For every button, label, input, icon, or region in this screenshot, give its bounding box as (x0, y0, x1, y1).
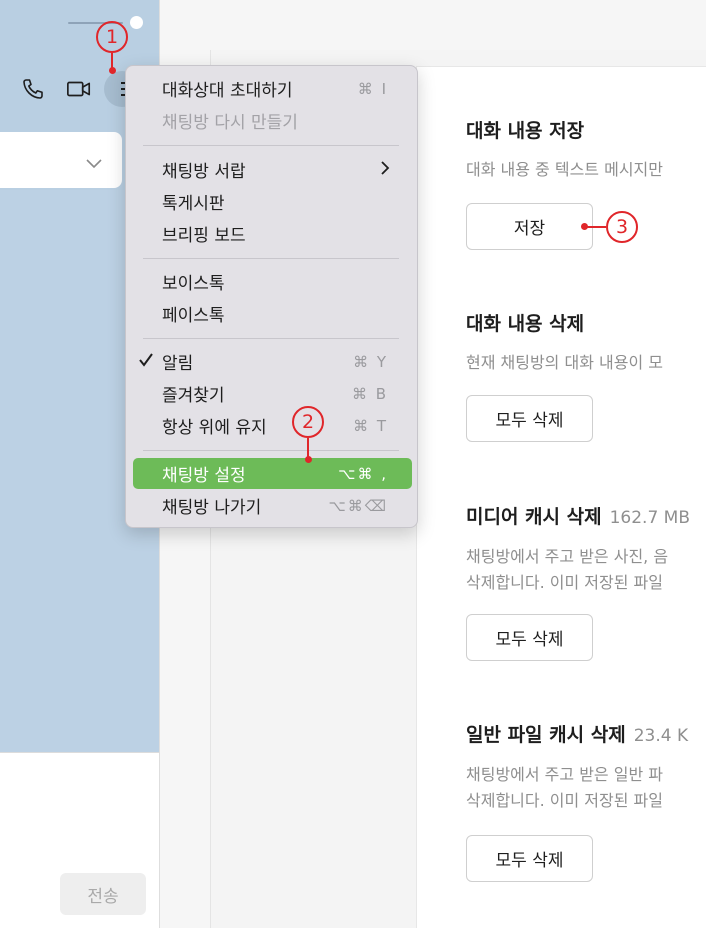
menu-item-leave[interactable]: 채팅방 나가기 ⌥⌘⌫ (133, 490, 412, 521)
save-chat-button[interactable]: 저장 (466, 203, 593, 250)
section-title: 대화 내용 저장 (466, 120, 585, 142)
section-title: 대화 내용 삭제 (466, 313, 585, 335)
delete-chat-button[interactable]: 모두 삭제 (466, 395, 593, 442)
file-cache-section: 일반 파일 캐시 삭제 23.4 K 채팅방에서 주고 받은 일반 파 삭제합니다.… (466, 723, 706, 882)
menu-item-briefing[interactable]: 브리핑 보드 (133, 218, 412, 249)
callout-3-line (586, 226, 606, 228)
cache-size: 162.7 MB (609, 508, 690, 528)
menu-item-always-on-top[interactable]: 항상 위에 유지 ⌘ T (133, 410, 412, 441)
menu-item-drawer[interactable]: 채팅방 서랍 (133, 154, 412, 185)
section-description: 현재 채팅방의 대화 내용이 모 (466, 353, 663, 372)
menu-item-label: 알림 (162, 354, 194, 374)
delete-chat-section: 대화 내용 삭제 현재 채팅방의 대화 내용이 모 모두 삭제 (466, 312, 706, 442)
media-cache-section: 미디어 캐시 삭제 162.7 MB 채팅방에서 주고 받은 사진, 음 삭제합니다… (466, 505, 706, 661)
menu-item-label: 즐겨찾기 (162, 386, 225, 406)
menu-item-facetalk[interactable]: 페이스톡 (133, 298, 412, 329)
menu-item-shortcut: ⌘ I (357, 79, 388, 98)
menu-item-label: 톡게시판 (162, 194, 225, 214)
menu-item-chatroom-settings[interactable]: 채팅방 설정 ⌥⌘ , (133, 458, 412, 489)
section-description: 대화 내용 중 텍스트 메시지만 (466, 160, 663, 179)
menu-item-label: 페이스톡 (162, 306, 225, 326)
menu-item-shortcut: ⌘ T (353, 416, 388, 435)
menu-item-label: 항상 위에 유지 (162, 418, 267, 438)
section-title: 미디어 캐시 삭제 162.7 MB (466, 506, 690, 528)
cache-size: 23.4 K (633, 726, 689, 746)
section-title: 일반 파일 캐시 삭제 23.4 K (466, 724, 689, 746)
menu-item-notification[interactable]: 알림 ⌘ Y (133, 346, 412, 377)
menu-item-label: 브리핑 보드 (162, 226, 246, 246)
menu-item-label: 채팅방 나가기 (162, 498, 262, 518)
callout-2-line (307, 438, 309, 458)
chat-search-field[interactable] (0, 132, 122, 188)
send-button[interactable]: 전송 (60, 873, 146, 915)
menu-separator (143, 258, 399, 259)
menu-item-label: 채팅방 다시 만들기 (162, 113, 298, 133)
menu-item-invite[interactable]: 대화상대 초대하기 ⌘ I (133, 73, 412, 104)
callout-1: 1 (96, 21, 128, 53)
menu-item-label: 대화상대 초대하기 (162, 81, 293, 101)
section-description: 채팅방에서 주고 받은 일반 파 삭제합니다. 이미 저장된 파일 (466, 765, 663, 810)
menu-item-voicetalk[interactable]: 보이스톡 (133, 266, 412, 297)
callout-2: 2 (292, 406, 324, 438)
menu-item-label: 채팅방 서랍 (162, 162, 246, 182)
menu-item-shortcut: ⌥⌘⌫ (328, 496, 388, 515)
clear-media-cache-button[interactable]: 모두 삭제 (466, 614, 593, 661)
callout-1-dot (109, 67, 116, 74)
menu-item-shortcut: ⌥⌘ , (338, 464, 388, 483)
menu-item-board[interactable]: 톡게시판 (133, 186, 412, 217)
callout-3: 3 (606, 211, 638, 243)
menu-item-shortcut: ⌘ B (351, 384, 388, 403)
chatroom-menu: 대화상대 초대하기 ⌘ I 채팅방 다시 만들기 채팅방 서랍 톡게시판 브리핑… (125, 65, 418, 528)
settings-panel: 대화 내용 저장 대화 내용 중 텍스트 메시지만 저장 대화 내용 삭제 현재… (416, 66, 706, 928)
phone-icon[interactable] (20, 76, 46, 102)
clear-file-cache-button[interactable]: 모두 삭제 (466, 835, 593, 882)
callout-3-dot (581, 223, 588, 230)
section-description: 채팅방에서 주고 받은 사진, 음 삭제합니다. 이미 저장된 파일 (466, 547, 669, 592)
menu-separator (143, 450, 399, 451)
callout-2-dot (305, 456, 312, 463)
chevron-right-icon (380, 159, 390, 180)
menu-separator (143, 145, 399, 146)
video-icon[interactable] (66, 76, 92, 102)
check-icon (139, 352, 153, 372)
menu-item-shortcut: ⌘ Y (353, 352, 388, 371)
save-chat-section: 대화 내용 저장 대화 내용 중 텍스트 메시지만 저장 (466, 119, 706, 250)
menu-item-label: 보이스톡 (162, 274, 225, 294)
window-control-dot[interactable] (130, 16, 143, 29)
menu-separator (143, 338, 399, 339)
menu-item-label: 채팅방 설정 (162, 466, 246, 486)
menu-item-recreate: 채팅방 다시 만들기 (133, 105, 412, 136)
menu-item-favorite[interactable]: 즐겨찾기 ⌘ B (133, 378, 412, 409)
chevron-down-icon[interactable] (86, 154, 102, 173)
